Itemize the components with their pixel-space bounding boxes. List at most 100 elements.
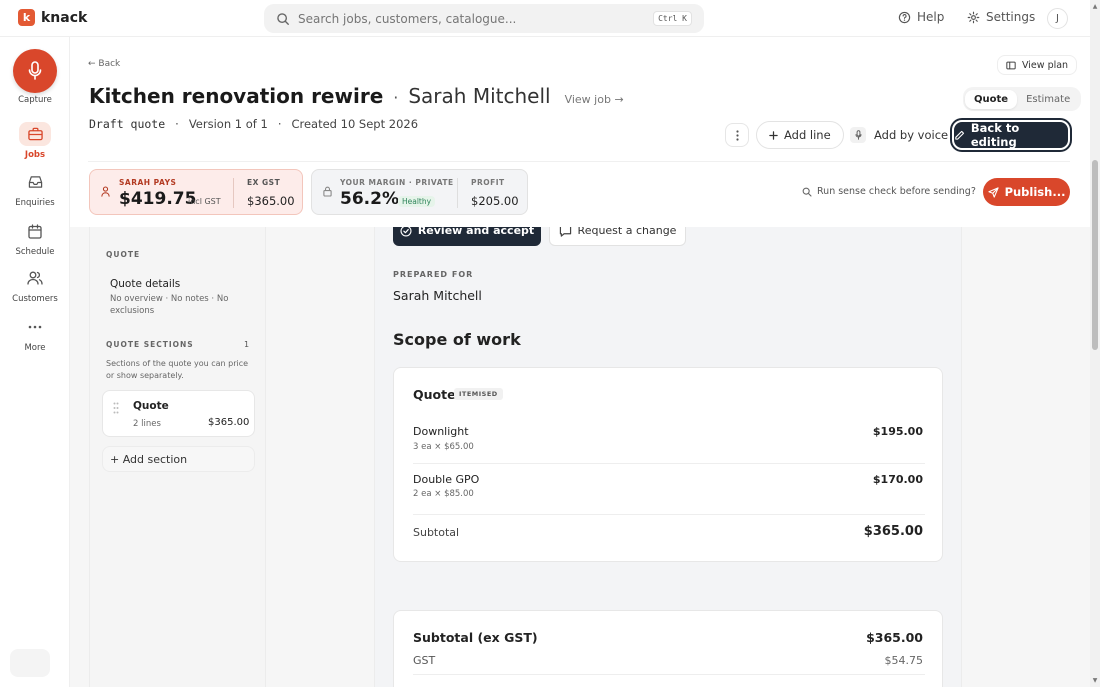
section-card[interactable]: Quote 2 lines $365.00 — [102, 390, 255, 437]
nav-item-schedule[interactable]: Schedule — [0, 219, 70, 257]
created-date: Created 10 Sept 2026 — [291, 117, 419, 131]
app-name: knack — [41, 9, 88, 26]
divider — [413, 514, 925, 515]
nav-label-customers: Customers — [12, 294, 58, 304]
capture-button[interactable] — [13, 49, 57, 93]
prepared-for-label: PREPARED FOR — [393, 270, 474, 279]
person-icon — [101, 186, 110, 197]
scroll-up-icon[interactable]: ▲ — [1091, 2, 1099, 10]
section-name: Quote — [133, 400, 169, 412]
more-options-button[interactable] — [725, 123, 749, 147]
view-plan-label: View plan — [1022, 59, 1069, 71]
briefcase-icon — [27, 127, 43, 141]
left-nav: Capture Jobs Enquiries Schedule Customer… — [0, 37, 70, 687]
section-title: Quote — [413, 387, 456, 402]
scroll-down-icon[interactable]: ▼ — [1091, 676, 1099, 684]
itemised-badge: ITEMISED — [454, 388, 503, 400]
help-link[interactable]: Help — [898, 10, 944, 24]
quote-section-card: Quote ITEMISED Downlight 3 ea × $65.00 $… — [393, 367, 943, 562]
margin-label: YOUR MARGIN · PRIVATE — [340, 178, 454, 187]
add-section-button[interactable]: + Add section — [102, 446, 255, 472]
section-amount: $365.00 — [208, 417, 250, 428]
nav-item-customers[interactable]: Customers — [0, 266, 70, 304]
customer-pays-amount: $419.75 — [119, 189, 197, 209]
quote-details-summary: No overview · No notes · No exclusions — [110, 294, 229, 316]
sense-check-link[interactable]: Run sense check before sending? — [802, 186, 976, 197]
lock-icon — [323, 186, 332, 197]
line-item-name: Double GPO — [413, 473, 480, 486]
profit-amount: $205.00 — [471, 194, 519, 208]
customer-pays-card: SARAH PAYS $419.75 incl GST EX GST $365.… — [89, 169, 303, 215]
microphone-icon — [28, 61, 42, 80]
line-item-amount: $195.00 — [872, 425, 923, 438]
customer-name[interactable]: Sarah Mitchell — [408, 84, 550, 108]
quote-version: Version 1 of 1 — [188, 117, 268, 131]
publish-button[interactable]: Publish... — [983, 178, 1070, 206]
plus-icon — [769, 130, 778, 140]
margin-status-badge: Healthy — [398, 196, 436, 207]
back-link[interactable]: ← Back — [88, 59, 120, 69]
floating-button[interactable] — [10, 649, 50, 677]
search-icon — [802, 187, 812, 197]
view-plan-button[interactable]: View plan — [997, 55, 1078, 75]
nav-item-enquiries[interactable]: Enquiries — [0, 170, 70, 208]
view-job-link[interactable]: View job → — [565, 93, 624, 106]
drag-handle-icon[interactable] — [113, 402, 119, 414]
divider — [233, 178, 234, 208]
send-icon — [987, 186, 999, 198]
tab-quote[interactable]: Quote — [965, 89, 1018, 109]
back-to-editing-button[interactable]: Back to editing — [952, 120, 1070, 150]
sense-check-label: Run sense check before sending? — [817, 186, 976, 197]
app-logo[interactable]: k knack — [18, 9, 87, 26]
prepared-for-name: Sarah Mitchell — [393, 288, 482, 303]
settings-link[interactable]: Settings — [967, 10, 1035, 24]
customer-pays-label: SARAH PAYS — [119, 178, 177, 187]
gst-amount: $54.75 — [884, 654, 924, 667]
page-scrollbar[interactable]: ▲ ▼ — [1090, 0, 1100, 687]
search-input[interactable]: Search jobs, customers, catalogue... Ctr… — [264, 4, 704, 33]
nav-item-more[interactable]: More — [0, 315, 70, 353]
section-line-count: 2 lines — [133, 419, 161, 429]
line-item-detail: 2 ea × $85.00 — [413, 489, 474, 499]
nav-item-jobs[interactable]: Jobs — [0, 122, 70, 160]
help-icon — [898, 11, 911, 23]
tab-estimate[interactable]: Estimate — [1017, 90, 1079, 109]
line-item-detail: 3 ea × $65.00 — [413, 442, 474, 452]
quote-sections-heading: QUOTE SECTIONS — [106, 340, 194, 349]
back-to-editing-label: Back to editing — [970, 121, 1020, 149]
add-line-button[interactable]: Add line — [756, 121, 844, 149]
scrollbar-thumb[interactable] — [1092, 160, 1098, 350]
quote-status: Draft quote — [89, 117, 166, 131]
logo-mark: k — [18, 9, 35, 26]
capture-label: Capture — [18, 95, 52, 105]
ex-gst-amount: $365.00 — [247, 194, 295, 208]
margin-card: YOUR MARGIN · PRIVATE 56.2% Healthy PROF… — [311, 169, 528, 215]
nav-label-schedule: Schedule — [15, 247, 55, 257]
quote-sections-description: Sections of the quote you can price or s… — [106, 359, 249, 380]
quote-heading: QUOTE — [106, 250, 141, 259]
nav-label-enquiries: Enquiries — [15, 198, 55, 208]
user-avatar[interactable]: J — [1047, 8, 1068, 29]
add-by-voice-button[interactable]: Add by voice — [850, 123, 948, 147]
add-by-voice-label: Add by voice — [874, 128, 949, 142]
more-icon — [28, 325, 42, 329]
divider — [413, 674, 925, 675]
kebab-icon — [735, 129, 739, 141]
top-bar: k knack Search jobs, customers, catalogu… — [0, 0, 1090, 37]
pencil-icon — [955, 130, 965, 140]
settings-label: Settings — [986, 10, 1036, 24]
quote-details-title[interactable]: Quote details — [110, 278, 180, 290]
add-line-label: Add line — [784, 128, 831, 142]
divider — [457, 178, 458, 208]
margin-value: 56.2% — [340, 189, 399, 209]
help-label: Help — [917, 10, 945, 24]
meta-separator: · — [175, 117, 179, 131]
subtotal-amount: $365.00 — [863, 524, 923, 539]
ex-gst-label: EX GST — [247, 178, 281, 187]
profit-label: PROFIT — [471, 178, 505, 187]
search-icon — [277, 12, 289, 25]
view-toggle: Quote Estimate — [963, 87, 1082, 111]
calendar-icon — [28, 223, 42, 239]
job-header: ← Back View plan Kitchen renovation rewi… — [70, 37, 1090, 227]
quote-sections-count: 1 — [244, 340, 250, 349]
